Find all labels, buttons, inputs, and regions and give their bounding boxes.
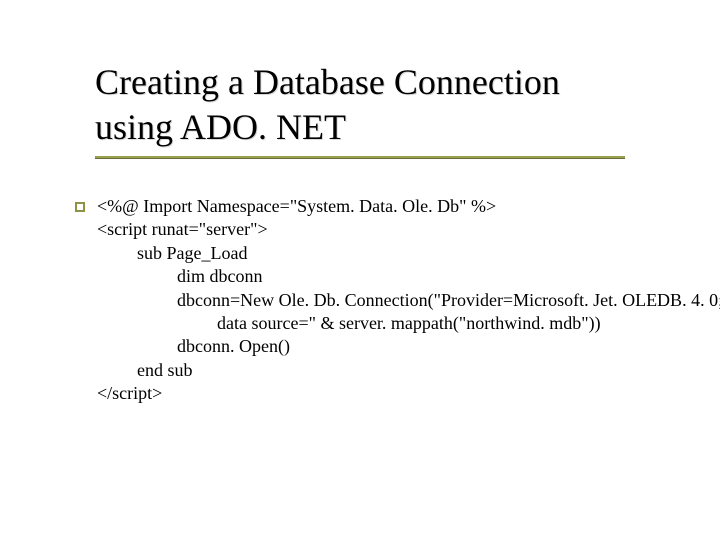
code-text: <%@ Import Namespace="System. Data. Ole.…: [97, 195, 690, 218]
code-text: dbconn. Open(): [97, 335, 690, 358]
code-line: data source=" & server. mappath("northwi…: [75, 312, 690, 335]
code-line: dim dbconn: [75, 265, 690, 288]
slide: Creating a Database Connection using ADO…: [0, 0, 720, 540]
code-block: <%@ Import Namespace="System. Data. Ole.…: [75, 195, 690, 406]
code-text: <script runat="server">: [97, 218, 690, 241]
code-line: sub Page_Load: [75, 242, 690, 265]
code-text: dim dbconn: [97, 265, 690, 288]
slide-title: Creating a Database Connection using ADO…: [95, 60, 660, 150]
code-line: dbconn=New Ole. Db. Connection("Provider…: [75, 289, 690, 312]
code-line: </script>: [75, 382, 690, 405]
code-text: sub Page_Load: [97, 242, 690, 265]
title-underline: [95, 156, 625, 159]
code-text: </script>: [97, 382, 690, 405]
code-text: end sub: [97, 359, 690, 382]
code-line: dbconn. Open(): [75, 335, 690, 358]
code-line: <script runat="server">: [75, 218, 690, 241]
code-line: <%@ Import Namespace="System. Data. Ole.…: [75, 195, 690, 218]
code-line: end sub: [75, 359, 690, 382]
title-line-1: Creating a Database Connection: [95, 62, 560, 102]
code-text: dbconn=New Ole. Db. Connection("Provider…: [97, 289, 720, 312]
square-bullet-icon: [75, 202, 85, 212]
title-line-2: using ADO. NET: [95, 107, 346, 147]
bullet-col: [75, 195, 97, 218]
title-block: Creating a Database Connection using ADO…: [95, 60, 660, 159]
code-text: data source=" & server. mappath("northwi…: [97, 312, 690, 335]
